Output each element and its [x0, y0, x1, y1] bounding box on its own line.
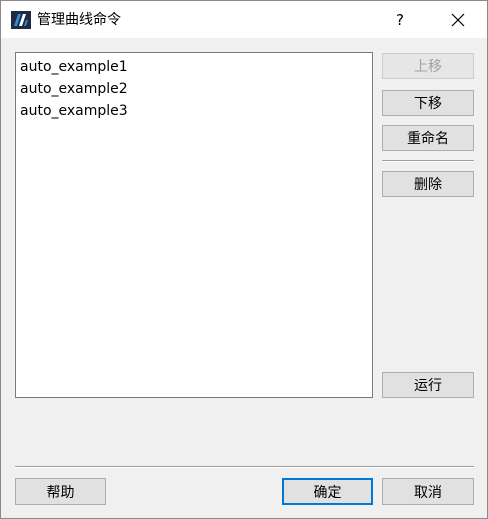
close-button[interactable] [435, 1, 481, 38]
dialog-title: 管理曲线命令 [37, 12, 121, 28]
bottom-divider [15, 466, 474, 468]
delete-button[interactable]: 删除 [382, 171, 474, 197]
manage-curve-commands-dialog: 管理曲线命令 ? auto_example1 auto_example2 aut… [0, 0, 488, 519]
help-question-icon: ? [396, 10, 404, 29]
cancel-button[interactable]: 取消 [382, 478, 474, 505]
curve-command-list[interactable]: auto_example1 auto_example2 auto_example… [15, 52, 373, 398]
list-item[interactable]: auto_example1 [19, 56, 372, 78]
list-item[interactable]: auto_example3 [19, 100, 372, 122]
help-button[interactable]: 帮助 [15, 478, 106, 505]
app-logo-icon [11, 11, 31, 29]
close-icon [451, 13, 465, 26]
move-down-button[interactable]: 下移 [382, 90, 474, 116]
list-item[interactable]: auto_example2 [19, 78, 372, 100]
side-divider [382, 160, 474, 162]
ok-button[interactable]: 确定 [282, 478, 373, 505]
run-button[interactable]: 运行 [382, 372, 474, 398]
rename-button[interactable]: 重命名 [382, 125, 474, 151]
move-up-button[interactable]: 上移 [382, 53, 474, 79]
title-bar: 管理曲线命令 ? [1, 1, 487, 38]
help-question-button[interactable]: ? [377, 1, 423, 38]
